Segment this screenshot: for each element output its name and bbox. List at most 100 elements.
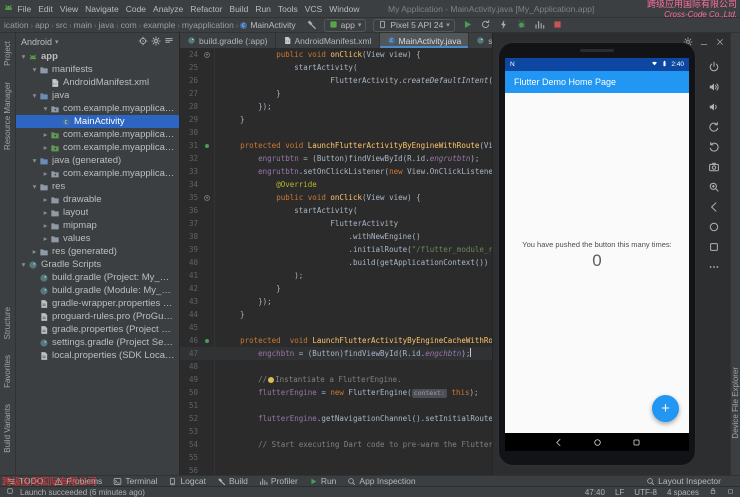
tree-item-com-example-myapplication-androidtest[interactable]: ▸com.example.myapplication (androidTest) bbox=[16, 128, 179, 141]
tree-chevron-icon[interactable]: ▾ bbox=[30, 65, 39, 74]
emulator-home-button[interactable] bbox=[708, 221, 720, 233]
menu-code[interactable]: Code bbox=[122, 4, 149, 14]
code-editor[interactable]: 24 public void onClick(View view) {25 st… bbox=[180, 48, 492, 475]
emulator-camera-button[interactable] bbox=[708, 161, 720, 173]
editor-tab-settings-gradle[interactable]: settings.gradle bbox=[469, 33, 492, 48]
nav-back-button[interactable] bbox=[554, 438, 563, 447]
tool-windows-icon[interactable] bbox=[6, 487, 14, 497]
emulator-power-button[interactable] bbox=[708, 61, 720, 73]
line-number[interactable]: 53 bbox=[180, 425, 202, 438]
emulator-more-button[interactable] bbox=[708, 261, 720, 273]
line-number[interactable]: 30 bbox=[180, 126, 202, 139]
line-number[interactable]: 56 bbox=[180, 464, 202, 475]
collapse-icon[interactable] bbox=[164, 36, 174, 46]
breadcrumb-item[interactable]: example bbox=[142, 20, 176, 30]
emulator-volume-down-button[interactable] bbox=[708, 101, 720, 113]
tree-item-res[interactable]: ▾res bbox=[16, 180, 179, 193]
line-number[interactable]: 40 bbox=[180, 256, 202, 269]
tree-item-layout[interactable]: ▸layout bbox=[16, 206, 179, 219]
menu-build[interactable]: Build bbox=[226, 4, 252, 14]
tree-item-settings-gradle-project-settings[interactable]: settings.gradle (Project Settings) bbox=[16, 336, 179, 349]
breadcrumb-item[interactable]: app bbox=[34, 20, 50, 30]
run-icon[interactable] bbox=[462, 19, 473, 30]
menu-edit[interactable]: Edit bbox=[35, 4, 57, 14]
locate-file-button[interactable] bbox=[138, 36, 148, 48]
tree-item-java-generated[interactable]: ▾java (generated) bbox=[16, 154, 179, 167]
tree-chevron-icon[interactable]: ▸ bbox=[41, 221, 50, 230]
tree-item-app[interactable]: ▾app bbox=[16, 50, 179, 63]
tree-item-res-generated[interactable]: ▸res (generated) bbox=[16, 245, 179, 258]
overview-icon[interactable] bbox=[6, 487, 14, 495]
nav-home-button[interactable] bbox=[593, 438, 602, 447]
tree-chevron-icon[interactable]: ▸ bbox=[41, 208, 50, 217]
lock-icon[interactable] bbox=[709, 487, 717, 495]
line-number[interactable]: 36 bbox=[180, 204, 202, 217]
tool-strip-build-variants[interactable]: Build Variants bbox=[3, 404, 12, 453]
editor-tab-build-gradle-app[interactable]: build.gradle (:app) bbox=[180, 33, 276, 48]
file-encoding[interactable]: UTF-8 bbox=[634, 488, 657, 497]
line-number[interactable]: 51 bbox=[180, 399, 202, 412]
breadcrumb-item[interactable]: java bbox=[98, 20, 116, 30]
breadcrumb-item[interactable]: com bbox=[120, 20, 138, 30]
breadcrumb-current-file[interactable]: CMainActivity bbox=[239, 20, 295, 30]
target-icon[interactable] bbox=[138, 36, 148, 46]
gutter-method-marker-icon[interactable] bbox=[202, 334, 215, 347]
collapse-all-button[interactable] bbox=[164, 36, 174, 48]
tool-strip-structure[interactable]: Structure bbox=[3, 307, 12, 339]
tree-chevron-icon[interactable]: ▾ bbox=[19, 52, 28, 61]
breadcrumb-item[interactable]: src bbox=[55, 20, 68, 30]
menu-window[interactable]: Window bbox=[326, 4, 363, 14]
caret-position[interactable]: 47:40 bbox=[585, 488, 605, 497]
device-selector[interactable]: Pixel 5 API 24 ▾ bbox=[373, 19, 454, 32]
project-view-selector[interactable]: Android bbox=[21, 37, 52, 47]
tree-chevron-icon[interactable]: ▸ bbox=[41, 130, 50, 139]
tree-item-mainactivity[interactable]: CMainActivity bbox=[16, 115, 179, 128]
line-number[interactable]: 54 bbox=[180, 438, 202, 451]
line-number[interactable]: 41 bbox=[180, 269, 202, 282]
tool-strip-project[interactable]: Project bbox=[3, 41, 12, 66]
tree-item-com-example-myapplication-test[interactable]: ▸com.example.myapplication (test) bbox=[16, 141, 179, 154]
line-number[interactable]: 39 bbox=[180, 243, 202, 256]
apply-code-changes-button[interactable] bbox=[498, 19, 509, 32]
tool-strip-resource-manager[interactable]: Resource Manager bbox=[3, 82, 12, 150]
nav-overview-button[interactable] bbox=[632, 438, 641, 447]
breadcrumb-item[interactable]: main bbox=[73, 20, 93, 30]
tree-item-proguard-rules-pro-proguard-rules-for[interactable]: proguard-rules.pro (ProGuard Rules for .… bbox=[16, 310, 179, 323]
emulator-rotate-right-button[interactable] bbox=[708, 141, 720, 153]
tree-item-gradle-scripts[interactable]: ▾Gradle Scripts bbox=[16, 258, 179, 271]
tool-strip-device-file-explorer[interactable]: Device File Explorer bbox=[731, 367, 740, 439]
gutter-override-icon[interactable] bbox=[202, 191, 215, 204]
gutter-override-icon[interactable] bbox=[202, 48, 215, 61]
line-number[interactable]: 50 bbox=[180, 386, 202, 399]
menu-vcs[interactable]: VCS bbox=[301, 4, 325, 14]
menu-run[interactable]: Run bbox=[252, 4, 275, 14]
tree-item-manifests[interactable]: ▾manifests bbox=[16, 63, 179, 76]
tree-chevron-icon[interactable]: ▾ bbox=[30, 91, 39, 100]
tree-chevron-icon[interactable]: ▸ bbox=[41, 169, 50, 178]
tool-window-profiler[interactable]: Profiler bbox=[259, 476, 298, 486]
tool-window-app-inspection[interactable]: App Inspection bbox=[347, 476, 415, 486]
tool-strip-favorites[interactable]: Favorites bbox=[3, 355, 12, 388]
breadcrumb-item[interactable]: ication bbox=[3, 20, 30, 30]
line-number[interactable]: 45 bbox=[180, 321, 202, 334]
tool-window-run[interactable]: Run bbox=[309, 476, 337, 486]
breadcrumb-item[interactable]: myapplication bbox=[181, 20, 235, 30]
line-number[interactable]: 49 bbox=[180, 373, 202, 386]
tool-window-build[interactable]: Build bbox=[217, 476, 248, 486]
tree-item-build-gradle-project-my-application[interactable]: build.gradle (Project: My_Application) bbox=[16, 271, 179, 284]
indent-setting[interactable]: 4 spaces bbox=[667, 488, 699, 497]
line-number[interactable]: 34 bbox=[180, 178, 202, 191]
line-number[interactable]: 44 bbox=[180, 308, 202, 321]
stop-button[interactable] bbox=[552, 19, 563, 32]
editor-tab-mainactivity-java[interactable]: CMainActivity.java bbox=[380, 33, 470, 48]
project-options-gear-button[interactable] bbox=[151, 36, 161, 48]
tree-item-gradle-wrapper-properties-gradle-version[interactable]: gradle-wrapper.properties (Gradle Versio… bbox=[16, 297, 179, 310]
tree-item-java[interactable]: ▾java bbox=[16, 89, 179, 102]
line-number[interactable]: 43 bbox=[180, 295, 202, 308]
menu-navigate[interactable]: Navigate bbox=[82, 4, 123, 14]
gutter-method-marker-icon[interactable] bbox=[202, 139, 215, 152]
hammer-icon[interactable] bbox=[306, 19, 317, 30]
build-hammer-button[interactable] bbox=[306, 19, 317, 32]
tree-chevron-icon[interactable]: ▸ bbox=[41, 195, 50, 204]
line-number[interactable]: 33 bbox=[180, 165, 202, 178]
